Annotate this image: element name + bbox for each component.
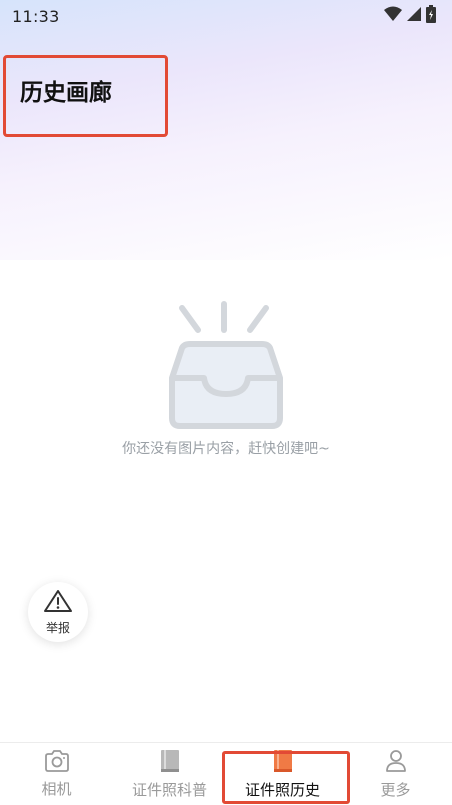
status-icons <box>384 5 436 27</box>
signal-icon <box>406 6 422 26</box>
report-button[interactable]: 举报 <box>28 582 88 642</box>
tab-label: 证件照科普 <box>131 780 207 799</box>
empty-box-icon <box>160 300 292 432</box>
tab-more[interactable]: 更多 <box>339 743 452 805</box>
person-icon <box>385 749 407 777</box>
report-label: 举报 <box>45 620 70 635</box>
book-icon <box>272 749 294 777</box>
tab-id-photo-history[interactable]: 证件照历史 <box>226 743 339 805</box>
book-icon <box>159 749 181 777</box>
tab-id-photo-guide[interactable]: 证件照科普 <box>113 743 226 805</box>
empty-state-message: 你还没有图片内容，赶快创建吧~ <box>122 441 330 457</box>
tab-label: 证件照历史 <box>244 780 320 799</box>
status-bar: 11:33 <box>0 0 452 32</box>
bottom-tab-bar: 相机 证件照科普 证件照历史 更多 <box>0 742 452 805</box>
warning-triangle-icon <box>43 589 73 617</box>
page-title: 历史画廊 <box>20 80 112 106</box>
wifi-icon <box>384 6 402 26</box>
tab-camera[interactable]: 相机 <box>0 743 113 805</box>
tab-label: 更多 <box>380 780 411 799</box>
battery-icon <box>426 5 436 27</box>
status-time: 11:33 <box>12 6 60 26</box>
camera-icon <box>44 749 70 776</box>
tab-label: 相机 <box>41 779 72 798</box>
